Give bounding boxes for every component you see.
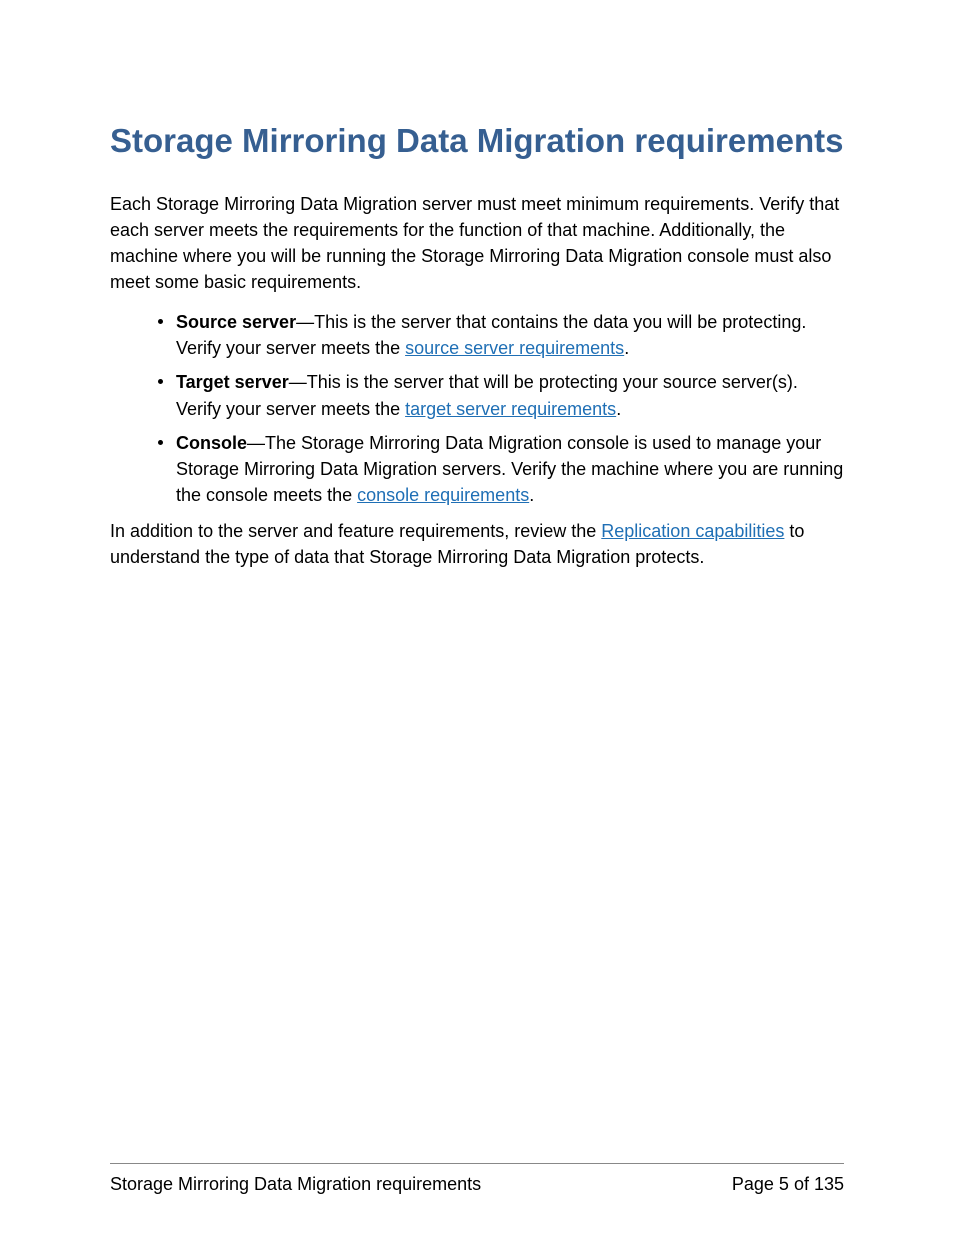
item-label: Console <box>176 433 247 453</box>
list-item: Target server—This is the server that wi… <box>158 369 844 421</box>
target-server-requirements-link[interactable]: target server requirements <box>405 399 616 419</box>
page-title: Storage Mirroring Data Migration require… <box>110 120 844 163</box>
closing-before: In addition to the server and feature re… <box>110 521 601 541</box>
item-text-after: . <box>529 485 534 505</box>
footer-title: Storage Mirroring Data Migration require… <box>110 1174 481 1195</box>
item-label: Source server <box>176 312 296 332</box>
list-item: Source server—This is the server that co… <box>158 309 844 361</box>
replication-capabilities-link[interactable]: Replication capabilities <box>601 521 784 541</box>
intro-paragraph: Each Storage Mirroring Data Migration se… <box>110 191 844 295</box>
closing-paragraph: In addition to the server and feature re… <box>110 518 844 570</box>
page-content: Storage Mirroring Data Migration require… <box>0 0 954 570</box>
requirements-list: Source server—This is the server that co… <box>110 309 844 508</box>
page-footer: Storage Mirroring Data Migration require… <box>110 1163 844 1195</box>
item-text-after: . <box>616 399 621 419</box>
item-label: Target server <box>176 372 289 392</box>
list-item: Console—The Storage Mirroring Data Migra… <box>158 430 844 508</box>
item-text-after: . <box>624 338 629 358</box>
console-requirements-link[interactable]: console requirements <box>357 485 529 505</box>
footer-page-number: Page 5 of 135 <box>732 1174 844 1195</box>
source-server-requirements-link[interactable]: source server requirements <box>405 338 624 358</box>
